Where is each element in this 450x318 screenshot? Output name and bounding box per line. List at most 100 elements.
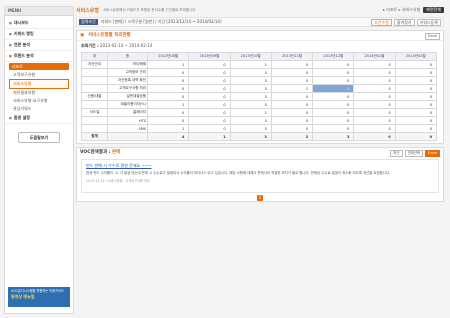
value-cell[interactable]: 0 bbox=[394, 92, 438, 101]
value-cell[interactable]: 0 bbox=[394, 132, 438, 141]
value-cell[interactable]: 0 bbox=[312, 116, 355, 125]
value-cell[interactable]: 0 bbox=[353, 68, 396, 77]
value-cell[interactable]: 0 bbox=[229, 92, 272, 101]
value-cell[interactable]: 0 bbox=[394, 76, 438, 85]
value-cell[interactable]: 0 bbox=[353, 100, 396, 109]
register-keyword-button[interactable]: 키워드등록 bbox=[416, 18, 441, 26]
value-cell[interactable]: 0 bbox=[312, 100, 355, 109]
value-cell[interactable]: 0 bbox=[394, 108, 438, 117]
sidebar-sub-customer-type[interactable]: 고객보구유형 bbox=[5, 71, 73, 79]
value-cell[interactable]: 0 bbox=[394, 116, 438, 125]
sidebar-item-dashboard[interactable]: 대시보드 bbox=[5, 18, 73, 29]
value-cell[interactable]: 0 bbox=[188, 92, 231, 101]
value-cell[interactable]: 0 bbox=[270, 100, 314, 109]
value-cell[interactable]: 0 bbox=[146, 92, 190, 101]
sidebar-sub-service-request[interactable]: 서비스유형-요구유형 bbox=[5, 97, 73, 105]
value-cell[interactable]: 0 bbox=[353, 108, 396, 117]
value-cell[interactable]: 0 bbox=[270, 68, 314, 77]
sidebar-item-trend[interactable]: 트렌드 분석 bbox=[5, 51, 73, 62]
sort-select[interactable]: 최근 bbox=[390, 150, 403, 157]
value-cell[interactable]: 0 bbox=[188, 100, 231, 109]
value-cell[interactable]: 0 bbox=[229, 68, 272, 77]
value-cell[interactable]: 0 bbox=[353, 76, 396, 85]
table-row: HTS 0 0 0 0 0 0 0 bbox=[81, 116, 438, 125]
modify-condition-button[interactable]: 조건수정 bbox=[371, 18, 392, 26]
value-cell[interactable]: 1 bbox=[312, 84, 355, 93]
value-cell[interactable]: 0 bbox=[353, 132, 396, 141]
sidebar-sub-service-type[interactable]: 서비스유형 bbox=[9, 79, 69, 89]
table-header-cell: 2013년10월 bbox=[229, 52, 272, 61]
value-cell[interactable]: 1 bbox=[229, 60, 272, 69]
value-cell[interactable]: 0 bbox=[270, 60, 314, 69]
value-cell[interactable]: 0 bbox=[146, 116, 190, 125]
value-cell[interactable]: 0 bbox=[394, 100, 438, 109]
voc-item-title[interactable]: 펀드 판매 시 수수료 환원 문제요 ~~~ bbox=[86, 163, 434, 169]
value-cell[interactable]: 0 bbox=[353, 116, 396, 125]
value-cell[interactable]: 1 bbox=[146, 100, 190, 109]
value-cell[interactable]: 0 bbox=[188, 68, 231, 77]
sidebar-item-association[interactable]: 연관 분석 bbox=[5, 40, 73, 51]
sidebar-sub-result-type[interactable]: 처리결과유형 bbox=[5, 89, 73, 97]
sidebar-subhead-report[interactable]: 리포트 bbox=[9, 63, 69, 70]
value-cell[interactable]: 0 bbox=[353, 92, 396, 101]
value-cell[interactable]: 4 bbox=[146, 132, 190, 141]
value-cell[interactable]: 0 bbox=[229, 124, 272, 133]
value-cell[interactable]: 0 bbox=[312, 108, 355, 117]
value-cell[interactable]: 0 bbox=[394, 84, 438, 93]
table-header-cell: 2014년02월 bbox=[394, 52, 438, 61]
excel-button[interactable]: Excel bbox=[425, 33, 440, 40]
fullscreen-button[interactable]: 화면전체 bbox=[423, 7, 444, 13]
value-cell[interactable]: 0 bbox=[312, 92, 355, 101]
value-cell[interactable]: 0 bbox=[229, 116, 272, 125]
sidebar-sub-interest-keyword[interactable]: 관심키워드 bbox=[5, 105, 73, 113]
voc-excel-button[interactable]: Excel bbox=[425, 150, 440, 157]
value-cell[interactable]: 0 bbox=[270, 108, 314, 117]
promo-banner[interactable]: VOC분석시스템을 활용하는 이용가이드 동영상 매뉴얼 bbox=[8, 287, 70, 307]
page-button[interactable]: 1 bbox=[257, 195, 263, 201]
value-cell[interactable]: 0 bbox=[146, 84, 190, 93]
select-all-button[interactable]: 전체선택 bbox=[404, 150, 424, 157]
value-cell[interactable]: 1 bbox=[229, 108, 272, 117]
value-cell[interactable]: 0 bbox=[394, 124, 438, 133]
value-cell[interactable]: 0 bbox=[353, 124, 396, 133]
help-button[interactable]: 도움말보기 bbox=[18, 132, 60, 143]
value-cell[interactable]: 0 bbox=[270, 124, 314, 133]
value-cell[interactable]: 0 bbox=[270, 92, 314, 101]
value-cell[interactable]: 0 bbox=[353, 84, 396, 93]
value-cell[interactable]: 0 bbox=[229, 84, 272, 93]
main-content: 서비스유형 서비스유형에서 키워드가 포함된 문서수를 기간별로 보여줍니다 ▸… bbox=[76, 6, 444, 312]
panel-title-text: 서비스유형별 처리현황 bbox=[87, 33, 131, 38]
value-cell[interactable]: 1 bbox=[146, 60, 190, 69]
value-cell[interactable]: 0 bbox=[312, 124, 355, 133]
value-cell[interactable]: 1 bbox=[146, 124, 190, 133]
value-cell[interactable]: 0 bbox=[394, 68, 438, 77]
value-cell[interactable]: 0 bbox=[188, 84, 231, 93]
value-cell[interactable]: 0 bbox=[188, 60, 231, 69]
value-cell[interactable]: 0 bbox=[270, 116, 314, 125]
breadcrumb[interactable]: ▸ 리포트 ▸ 서비스유형 bbox=[383, 7, 420, 13]
value-cell[interactable]: 0 bbox=[312, 76, 355, 85]
value-cell[interactable]: 0 bbox=[188, 76, 231, 85]
value-cell[interactable]: 0 bbox=[229, 76, 272, 85]
value-cell[interactable]: 1 bbox=[270, 84, 314, 93]
value-cell[interactable]: 0 bbox=[146, 68, 190, 77]
value-cell[interactable]: 3 bbox=[312, 132, 355, 141]
value-cell[interactable]: 3 bbox=[229, 132, 272, 141]
value-cell[interactable]: 0 bbox=[394, 60, 438, 69]
value-cell[interactable]: 0 bbox=[146, 76, 190, 85]
value-cell[interactable]: 0 bbox=[312, 60, 355, 69]
sidebar-item-settings[interactable]: 환경 설정 bbox=[5, 113, 73, 124]
value-cell[interactable]: 0 bbox=[146, 108, 190, 117]
value-cell[interactable]: 0 bbox=[188, 116, 231, 125]
subcategory-cell: 기타/해제 bbox=[107, 60, 148, 69]
value-cell[interactable]: 0 bbox=[270, 76, 314, 85]
value-cell[interactable]: 0 bbox=[229, 100, 272, 109]
value-cell[interactable]: 0 bbox=[188, 108, 231, 117]
value-cell[interactable]: 1 bbox=[188, 132, 231, 141]
favorite-button[interactable]: 즐겨찾기 bbox=[393, 18, 415, 26]
value-cell[interactable]: 0 bbox=[188, 124, 231, 133]
value-cell[interactable]: 0 bbox=[312, 68, 355, 77]
value-cell[interactable]: 2 bbox=[270, 132, 314, 141]
sidebar-item-keyword-ranking[interactable]: 키워드 랭킹 bbox=[5, 29, 73, 40]
value-cell[interactable]: 0 bbox=[353, 60, 396, 69]
